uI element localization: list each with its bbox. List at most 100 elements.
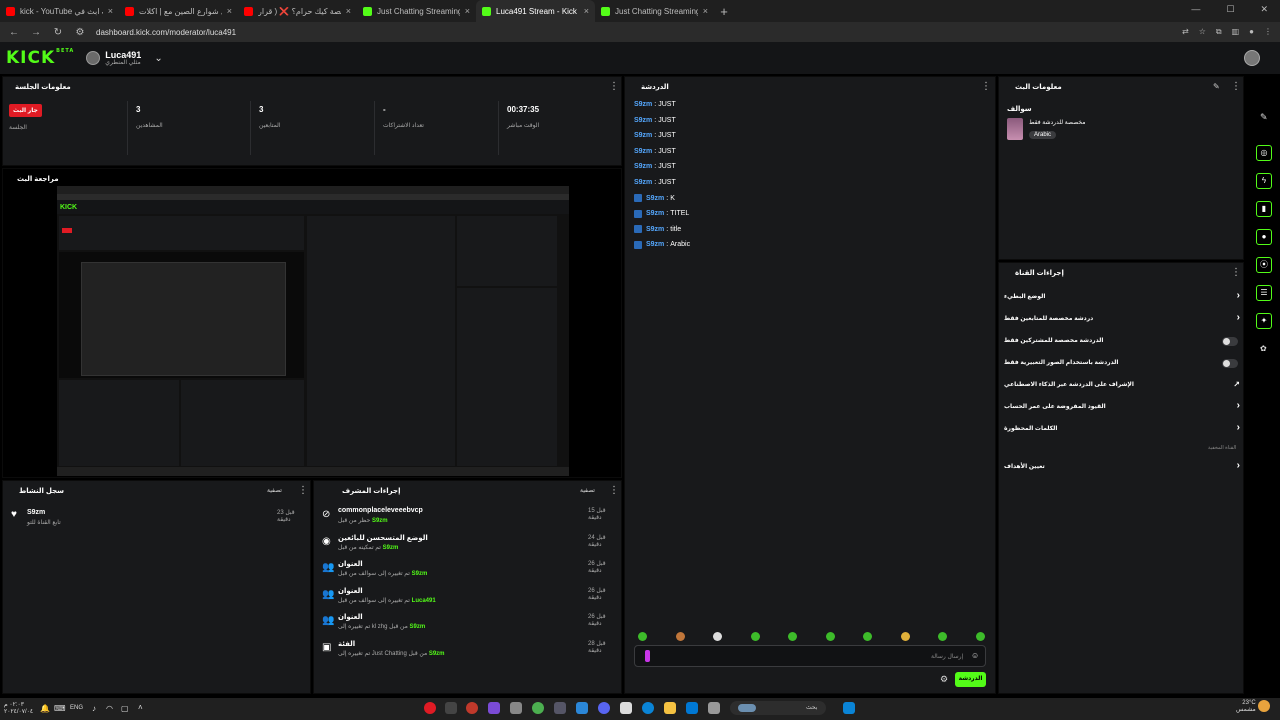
broadcast-icon[interactable]: ⦿ xyxy=(1256,257,1272,273)
screen-icon[interactable]: ▢ xyxy=(121,704,129,713)
close-icon[interactable]: × xyxy=(108,6,113,16)
settings-app-icon[interactable] xyxy=(510,702,522,714)
filter-button[interactable]: تصفية xyxy=(580,487,595,494)
set-goals-item[interactable]: تعيين الأهداف › xyxy=(1004,458,1240,478)
emote-icon[interactable] xyxy=(938,632,947,641)
chevron-up-icon[interactable]: ˄ xyxy=(138,703,143,712)
emote-icon[interactable] xyxy=(975,632,985,641)
weather-widget[interactable]: 23°C مشمس xyxy=(1236,700,1256,714)
url-field[interactable]: dashboard.kick.com/moderator/luca491 xyxy=(96,28,1172,37)
close-icon[interactable]: × xyxy=(465,6,470,16)
emote-icon[interactable] xyxy=(863,632,872,641)
channel-action-item[interactable]: دردشة مخصصة للمتابعين فقط › xyxy=(1004,310,1240,330)
forward-icon[interactable]: → xyxy=(30,27,42,38)
stream-preview-video[interactable]: KICK xyxy=(57,186,569,476)
emote-icon[interactable] xyxy=(713,632,722,641)
app-icon[interactable] xyxy=(686,702,698,714)
wrench-icon[interactable]: ✦ xyxy=(1256,313,1272,329)
chat-input[interactable]: إرسال رسالة ☺ xyxy=(634,645,986,667)
lightning-icon[interactable]: ϟ xyxy=(1256,173,1272,189)
app-icon[interactable] xyxy=(445,702,457,714)
more-options-icon[interactable]: ⋮ xyxy=(1231,267,1241,278)
layout-icon[interactable]: ☰ xyxy=(1256,285,1272,301)
close-window-icon[interactable]: ✕ xyxy=(1260,4,1268,15)
emote-icon[interactable] xyxy=(675,632,685,641)
notification-icon[interactable]: 🔔 xyxy=(40,704,50,713)
edge-icon[interactable] xyxy=(642,702,654,714)
app-icon[interactable] xyxy=(424,702,436,714)
maximize-icon[interactable]: ☐ xyxy=(1226,4,1234,15)
more-options-icon[interactable]: ⋮ xyxy=(298,485,308,496)
app-icon[interactable] xyxy=(620,702,632,714)
document-icon[interactable]: ▮ xyxy=(1256,201,1272,217)
chat-send-button[interactable]: الدردشة xyxy=(955,672,986,687)
more-options-icon[interactable]: ⋮ xyxy=(1231,81,1241,92)
toggle-switch[interactable] xyxy=(1222,337,1238,346)
app-icon[interactable] xyxy=(554,702,566,714)
external-link-icon[interactable]: ↗ xyxy=(1233,380,1240,389)
emote-icon[interactable] xyxy=(900,632,910,641)
browser-tab[interactable]: Just Chatting Streaming - Live× xyxy=(357,0,476,22)
menu-icon[interactable]: ⋮ xyxy=(1264,27,1272,37)
app-icon[interactable] xyxy=(576,702,588,714)
profile-icon[interactable]: ● xyxy=(1249,27,1254,37)
channel-action-item[interactable]: الدردشة مخصصة للمشتركين فقط xyxy=(1004,332,1240,352)
clock[interactable]: ٠٢:٠٣ م ٢٠٢٤/٠٧/٠٤ xyxy=(4,702,33,716)
sidebar-icon[interactable]: ▥ xyxy=(1232,27,1240,37)
app-icon[interactable] xyxy=(466,702,478,714)
chat-bubble-icon[interactable]: ● xyxy=(1256,229,1272,245)
emote-icon[interactable] xyxy=(750,632,760,641)
reload-icon[interactable]: ↻ xyxy=(52,27,64,38)
filter-button[interactable]: تصفية xyxy=(267,487,282,494)
smile-icon[interactable]: ☺ xyxy=(971,651,979,660)
language-indicator[interactable]: ENG xyxy=(70,705,83,711)
emoji-picker-icon[interactable] xyxy=(645,650,650,662)
close-icon[interactable]: × xyxy=(703,6,708,16)
emote-icon[interactable] xyxy=(788,632,797,641)
volume-icon[interactable]: ♪ xyxy=(92,704,96,713)
more-options-icon[interactable]: ⋮ xyxy=(981,81,991,92)
toggle-switch[interactable] xyxy=(1222,359,1238,368)
discord-icon[interactable] xyxy=(598,702,610,714)
channel-action-item[interactable]: الإشراف على الدردشة عبر الذكاء الاصطناعي… xyxy=(1004,376,1240,396)
translate-icon[interactable]: ⇄ xyxy=(1182,27,1189,37)
channel-action-item[interactable]: الكلمات المحظورة › xyxy=(1004,420,1240,440)
browser-tab[interactable]: تجربة اكل شوارع الصين مع | اكلات× xyxy=(119,0,238,22)
app-icon[interactable] xyxy=(488,702,500,714)
app-icon[interactable] xyxy=(708,702,720,714)
close-icon[interactable]: × xyxy=(227,6,232,16)
browser-tab[interactable]: Just Chatting Streaming - Live× xyxy=(595,0,714,22)
bookmark-star-icon[interactable]: ☆ xyxy=(1199,27,1206,37)
extensions-icon[interactable]: ⧉ xyxy=(1216,27,1222,37)
browser-tab-active[interactable]: Luca491 Stream - Kick Dashbo× xyxy=(476,0,595,22)
file-explorer-icon[interactable] xyxy=(664,702,676,714)
chrome-icon[interactable] xyxy=(532,702,544,714)
settings-icon[interactable]: ✿ xyxy=(1260,344,1267,353)
site-info-icon[interactable]: ⚙ xyxy=(74,27,86,38)
minimize-icon[interactable]: — xyxy=(1191,4,1200,15)
close-icon[interactable]: × xyxy=(584,6,589,16)
more-options-icon[interactable]: ⋮ xyxy=(609,485,619,496)
user-avatar[interactable] xyxy=(1244,50,1260,66)
chat-settings-icon[interactable]: ⚙ xyxy=(940,674,948,685)
channel-action-item[interactable]: الوضع البطيء › xyxy=(1004,288,1240,308)
emote-icon[interactable] xyxy=(638,632,647,641)
back-icon[interactable]: ← xyxy=(8,27,20,38)
taskbar-search[interactable]: بحث xyxy=(730,701,826,715)
more-options-icon[interactable]: ⋮ xyxy=(609,81,619,92)
new-tab-button[interactable]: + xyxy=(714,4,734,19)
edit-pencil-icon[interactable]: ✎ xyxy=(1213,82,1220,91)
kick-logo[interactable]: KICKBETA xyxy=(6,48,74,68)
browser-tab[interactable]: هل منصة كيك حرام؟ ❌ ( قرار× xyxy=(238,0,357,22)
channel-action-item[interactable]: القيود المفروضة على عمر الحساب › xyxy=(1004,398,1240,418)
channel-switcher[interactable]: Luca491 مثلي المنطري ⌄ xyxy=(86,50,163,67)
chevron-down-icon[interactable]: ⌄ xyxy=(154,53,162,64)
pencil-icon[interactable]: ✎ xyxy=(1260,112,1268,123)
browser-tab[interactable]: kick - YouTube كيف ابث في× xyxy=(0,0,119,22)
emote-icon[interactable] xyxy=(825,632,835,641)
windows-start-icon[interactable] xyxy=(843,702,855,714)
close-icon[interactable]: × xyxy=(346,6,351,16)
wifi-icon[interactable]: ◠ xyxy=(106,704,113,713)
keyboard-icon[interactable]: ⌨ xyxy=(54,704,66,713)
channel-action-item[interactable]: الدردشة باستخدام الصور التعبيرية فقط xyxy=(1004,354,1240,374)
